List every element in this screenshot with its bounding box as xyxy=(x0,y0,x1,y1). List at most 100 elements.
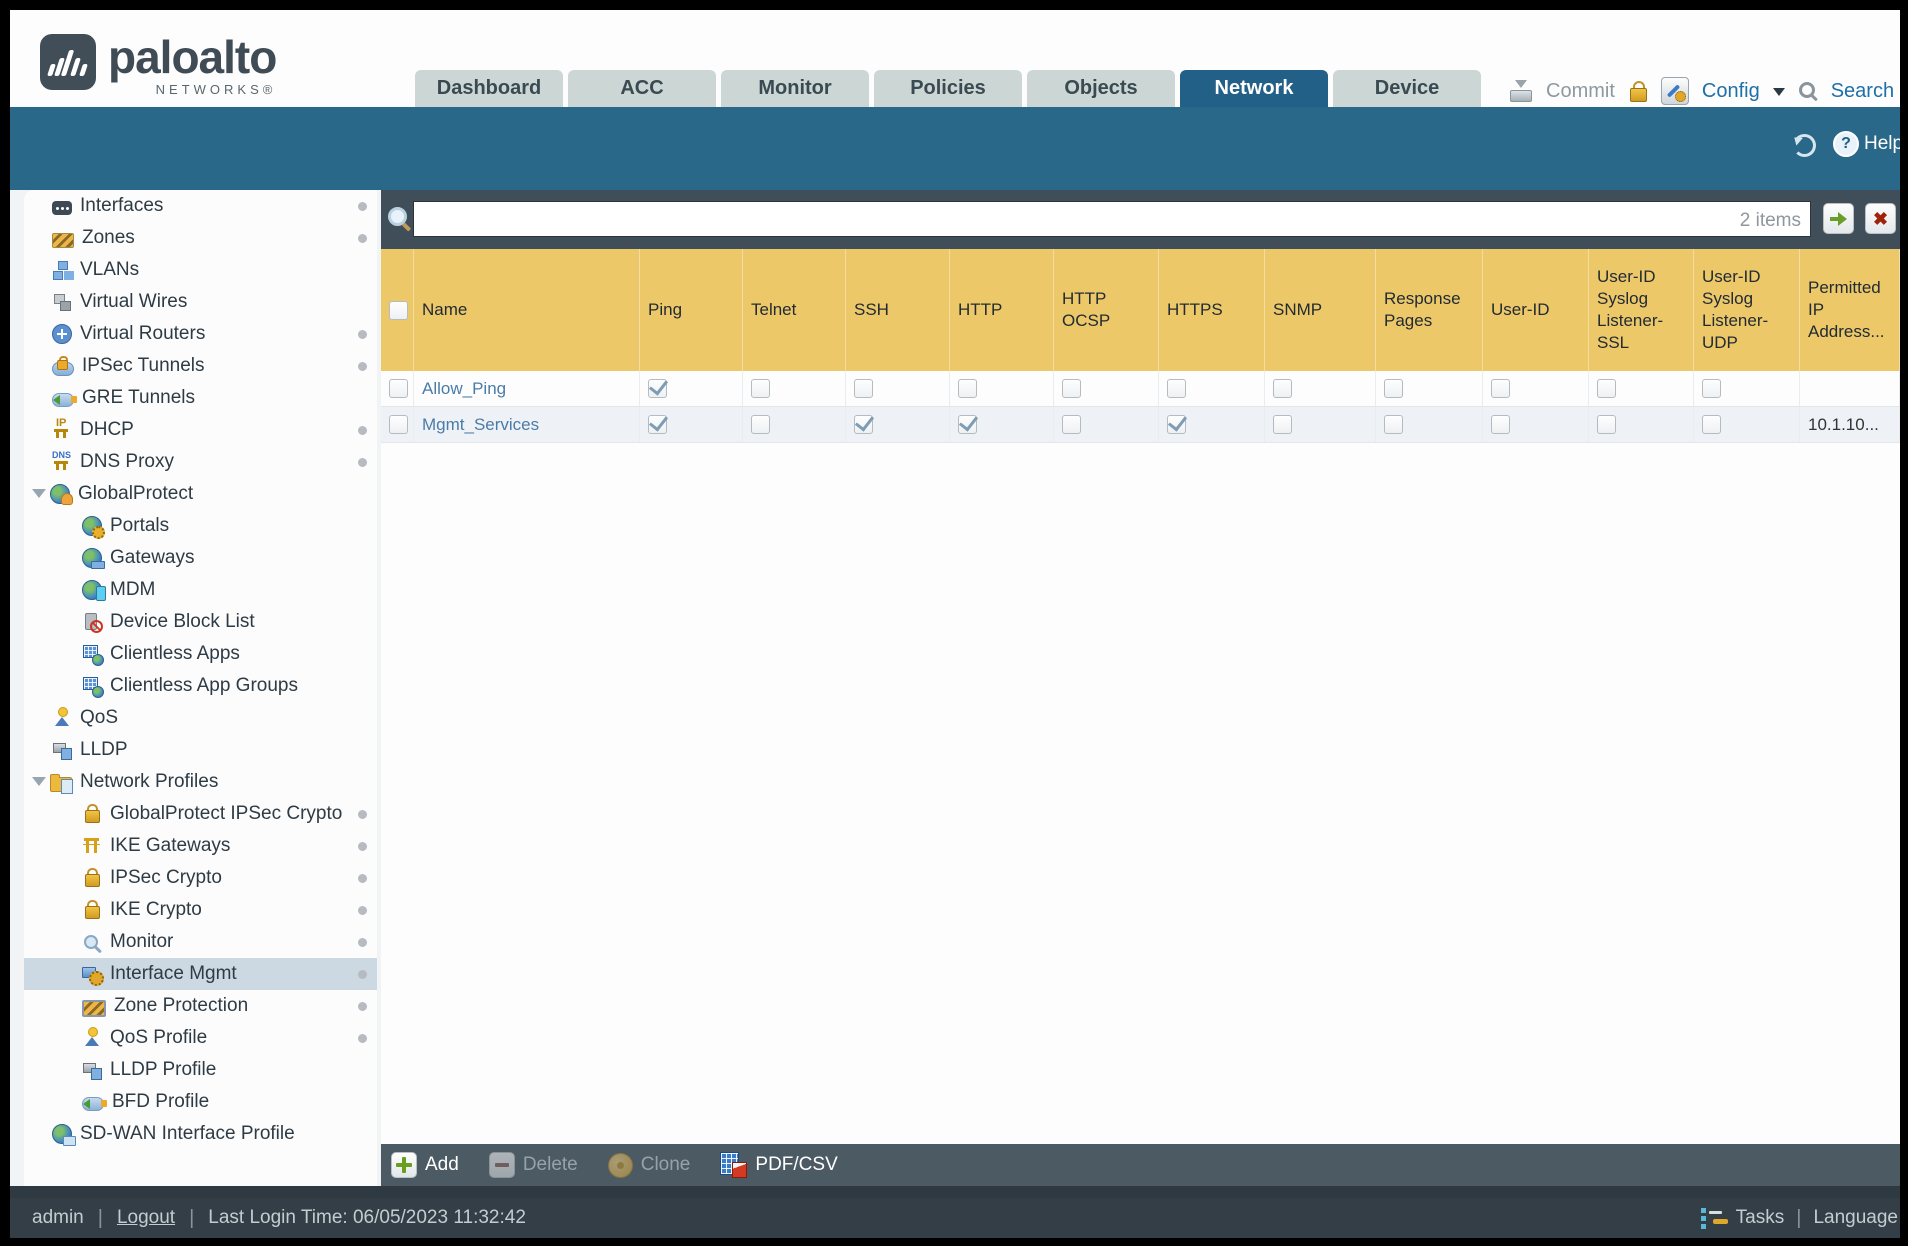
profile-name-link[interactable]: Allow_Ping xyxy=(422,379,506,399)
sidebar-item-dhcp[interactable]: DHCP xyxy=(24,414,377,446)
row-checkbox[interactable] xyxy=(389,379,408,398)
filter-input[interactable] xyxy=(413,201,1811,237)
service-checkbox[interactable] xyxy=(1491,379,1510,398)
sidebar-item-lldp[interactable]: LLDP xyxy=(24,734,377,766)
sidebar-item-zone-protection[interactable]: Zone Protection xyxy=(24,990,377,1022)
service-checkbox-checked[interactable] xyxy=(958,411,979,434)
apply-filter-button[interactable] xyxy=(1823,203,1854,234)
sidebar-item-network-profiles[interactable]: Network Profiles xyxy=(24,766,377,798)
column-header-http-ocsp[interactable]: HTTP OCSP xyxy=(1054,249,1159,371)
sidebar-item-lldp-profile[interactable]: LLDP Profile xyxy=(24,1054,377,1086)
column-header-name[interactable]: Name xyxy=(414,249,640,371)
expander-icon[interactable] xyxy=(32,489,46,505)
column-header-permitted-ip-address[interactable]: Permitted IP Address... xyxy=(1800,249,1900,371)
sidebar-item-interface-mgmt[interactable]: Interface Mgmt xyxy=(24,958,377,990)
tab-network[interactable]: Network xyxy=(1180,70,1328,107)
profile-name-link[interactable]: Mgmt_Services xyxy=(422,415,539,435)
sidebar-item-clientless-apps[interactable]: Clientless Apps xyxy=(24,638,377,670)
sidebar-item-globalprotect[interactable]: GlobalProtect xyxy=(24,478,377,510)
sidebar-item-device-block-list[interactable]: Device Block List xyxy=(24,606,377,638)
expander-icon[interactable] xyxy=(32,777,46,793)
check-icon xyxy=(648,375,669,396)
clear-filter-button[interactable]: ✖ xyxy=(1865,203,1896,234)
sidebar-item-gateways[interactable]: Gateways xyxy=(24,542,377,574)
refresh-icon[interactable] xyxy=(1793,134,1816,157)
sidebar-item-qos-profile[interactable]: QoS Profile xyxy=(24,1022,377,1054)
column-header-user-id-syslog-listener-ssl[interactable]: User-ID Syslog Listener-SSL xyxy=(1589,249,1694,371)
tab-objects[interactable]: Objects xyxy=(1027,70,1175,107)
search-button[interactable]: Search xyxy=(1831,80,1894,103)
column-header-http[interactable]: HTTP xyxy=(950,249,1054,371)
service-checkbox[interactable] xyxy=(958,379,977,398)
column-header-telnet[interactable]: Telnet xyxy=(743,249,846,371)
service-checkbox[interactable] xyxy=(1384,379,1403,398)
logout-link[interactable]: Logout xyxy=(117,1207,175,1229)
sidebar-item-monitor[interactable]: Monitor xyxy=(24,926,377,958)
table-row[interactable]: Mgmt_Services 10.1.10... xyxy=(381,407,1900,443)
tab-acc[interactable]: ACC xyxy=(568,70,716,107)
service-checkbox[interactable] xyxy=(751,379,770,398)
sidebar-item-vlans[interactable]: VLANs xyxy=(24,254,377,286)
sidebar-item-ipsec-crypto[interactable]: IPSec Crypto xyxy=(24,862,377,894)
service-checkbox[interactable] xyxy=(1273,379,1292,398)
item-dot xyxy=(358,1034,367,1043)
column-header-response-pages[interactable]: Response Pages xyxy=(1376,249,1483,371)
item-dot xyxy=(358,810,367,819)
sidebar-item-ike-crypto[interactable]: IKE Crypto xyxy=(24,894,377,926)
sidebar-item-ipsec-tunnels[interactable]: IPSec Tunnels xyxy=(24,350,377,382)
language-button[interactable]: Language xyxy=(1813,1207,1898,1229)
table-row[interactable]: Allow_Ping xyxy=(381,371,1900,407)
service-checkbox-checked[interactable] xyxy=(648,375,669,398)
select-all-checkbox[interactable] xyxy=(389,300,408,320)
column-header-https[interactable]: HTTPS xyxy=(1159,249,1265,371)
sidebar-item-virtual-wires[interactable]: Virtual Wires xyxy=(24,286,377,318)
sidebar-item-clientless-app-groups[interactable]: Clientless App Groups xyxy=(24,670,377,702)
service-checkbox-checked[interactable] xyxy=(1167,411,1188,434)
row-checkbox[interactable] xyxy=(389,415,408,434)
service-checkbox[interactable] xyxy=(1062,415,1081,434)
sidebar-item-globalprotect-ipsec-crypto[interactable]: GlobalProtect IPSec Crypto xyxy=(24,798,377,830)
service-checkbox[interactable] xyxy=(1702,379,1721,398)
sidebar-item-virtual-routers[interactable]: Virtual Routers xyxy=(24,318,377,350)
service-checkbox[interactable] xyxy=(1491,415,1510,434)
service-checkbox[interactable] xyxy=(854,379,873,398)
service-checkbox[interactable] xyxy=(751,415,770,434)
service-checkbox-checked[interactable] xyxy=(648,411,669,434)
service-checkbox[interactable] xyxy=(1273,415,1292,434)
sidebar-item-gre-tunnels[interactable]: GRE Tunnels xyxy=(24,382,377,414)
tasks-button[interactable]: Tasks xyxy=(1736,1207,1785,1229)
chevron-down-icon[interactable] xyxy=(1772,87,1785,102)
tab-policies[interactable]: Policies xyxy=(874,70,1022,107)
service-checkbox-checked[interactable] xyxy=(854,411,875,434)
sidebar-item-sd-wan-interface-profile[interactable]: SD-WAN Interface Profile xyxy=(24,1118,377,1150)
service-checkbox[interactable] xyxy=(1597,379,1616,398)
column-header-snmp[interactable]: SNMP xyxy=(1265,249,1376,371)
add-button[interactable]: Add xyxy=(391,1152,459,1178)
sidebar-item-zones[interactable]: Zones xyxy=(24,222,377,254)
help-control[interactable]: Help xyxy=(1833,131,1903,157)
service-checkbox[interactable] xyxy=(1062,379,1081,398)
tab-monitor[interactable]: Monitor xyxy=(721,70,869,107)
commit-button[interactable]: Commit xyxy=(1546,80,1615,103)
sidebar-item-ike-gateways[interactable]: IKE Gateways xyxy=(24,830,377,862)
service-checkbox[interactable] xyxy=(1167,379,1186,398)
pdfcsv-button[interactable]: PDF/CSV xyxy=(720,1152,838,1178)
column-header-ssh[interactable]: SSH xyxy=(846,249,950,371)
sidebar-item-interfaces[interactable]: Interfaces xyxy=(24,190,377,222)
sidebar-item-dns-proxy[interactable]: DNS Proxy xyxy=(24,446,377,478)
column-header-user-id-syslog-listener-udp[interactable]: User-ID Syslog Listener-UDP xyxy=(1694,249,1800,371)
service-checkbox[interactable] xyxy=(1597,415,1616,434)
lock-icon[interactable] xyxy=(1628,81,1648,102)
config-button[interactable]: Config xyxy=(1702,80,1760,103)
tab-dashboard[interactable]: Dashboard xyxy=(415,70,563,107)
column-header-ping[interactable]: Ping xyxy=(640,249,743,371)
sidebar-item-qos[interactable]: QoS xyxy=(24,702,377,734)
sidebar-item-portals[interactable]: Portals xyxy=(24,510,377,542)
sidebar-item-bfd-profile[interactable]: BFD Profile xyxy=(24,1086,377,1118)
service-checkbox[interactable] xyxy=(1702,415,1721,434)
sidebar-item-label: LLDP Profile xyxy=(110,1059,217,1080)
service-checkbox[interactable] xyxy=(1384,415,1403,434)
tab-device[interactable]: Device xyxy=(1333,70,1481,107)
sidebar-item-mdm[interactable]: MDM xyxy=(24,574,377,606)
column-header-user-id[interactable]: User-ID xyxy=(1483,249,1589,371)
